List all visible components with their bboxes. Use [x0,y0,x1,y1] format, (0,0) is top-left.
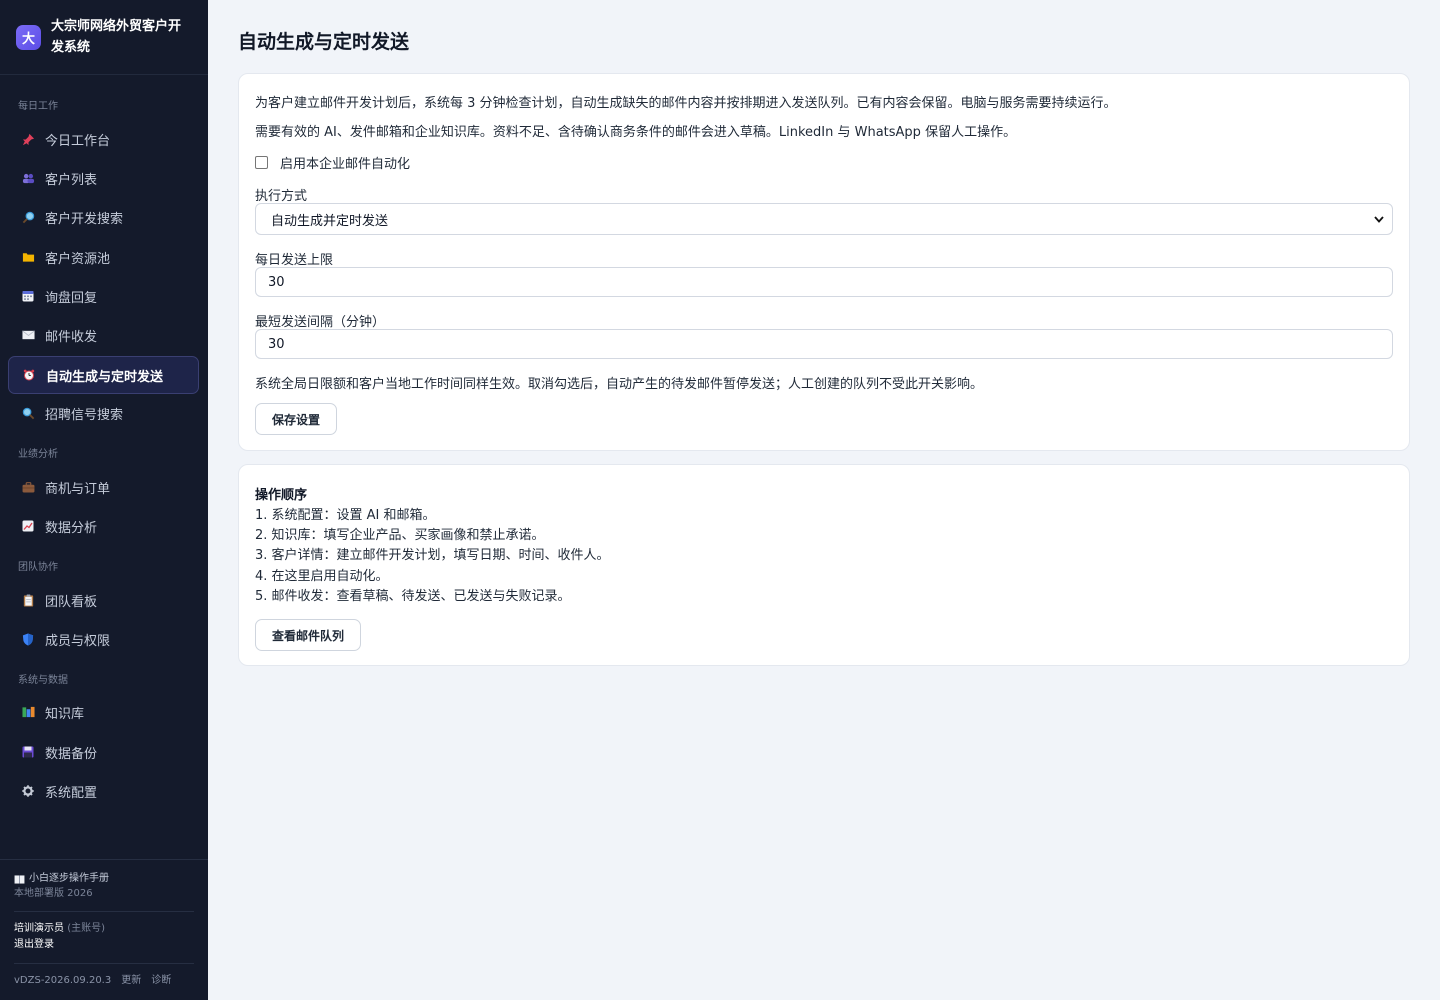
sidebar-item-label: 系统配置 [45,785,98,801]
chevron-down-icon [1374,215,1384,223]
sidebar-item-auto-send[interactable]: 自动生成与定时发送 [8,356,199,394]
floppy-icon [21,745,35,759]
nav-section-system: 系统与数据 [18,675,68,686]
steps-list: 1. 系统配置：设置 AI 和邮箱。 2. 知识库：填写企业产品、买家画像和禁止… [255,506,610,607]
mode-select[interactable]: 自动生成并定时发送 [255,203,1393,235]
enable-automation-checkbox[interactable] [255,156,268,169]
update-link[interactable]: 更新 [121,974,141,988]
sidebar-item-analytics[interactable]: 数据分析 [8,507,199,545]
sidebar-item-label: 客户列表 [45,172,98,188]
sidebar-item-knowledge[interactable]: 知识库 [8,693,199,731]
sidebar-footer: 小白逐步操作手册 本地部署版 2026 培训演示员 (主账号) 退出登录 vDZ… [0,859,208,1000]
logout-link[interactable]: 退出登录 [14,937,194,953]
mode-select-value: 自动生成并定时发送 [271,213,389,229]
sidebar-item-label: 团队看板 [45,594,98,610]
sidebar-item-opportunities[interactable]: 商机与订单 [8,468,199,506]
manual-label: 小白逐步操作手册 [29,873,109,884]
sidebar-item-dashboard[interactable]: 今日工作台 [8,120,199,158]
briefcase-icon [21,480,35,494]
books-icon [21,705,35,719]
calendar-icon [21,289,35,303]
enable-automation-label: 启用本企业邮件自动化 [280,157,411,172]
list-item: 3. 客户详情：建立邮件开发计划，填写日期、时间、收件人。 [255,548,610,564]
list-item: 2. 知识库：填写企业产品、买家画像和禁止承诺。 [255,528,545,544]
sidebar-item-label: 询盘回复 [45,290,98,306]
sidebar-item-label: 数据分析 [45,520,98,536]
app-title: 大宗师网络外贸客户开发系统 [51,19,182,55]
sidebar-item-settings[interactable]: 系统配置 [8,772,199,810]
magnifier-icon [21,210,35,224]
daily-limit-label: 每日发送上限 [255,253,334,268]
brand-logo: 大 [16,24,41,50]
brand: 大 大宗师网络外贸客户开发系统 [0,0,208,75]
sidebar-item-mail[interactable]: 邮件收发 [8,316,199,354]
search-icon [21,406,35,420]
enable-automation-row[interactable]: 启用本企业邮件自动化 [255,153,410,172]
sidebar-item-team-board[interactable]: 团队看板 [8,581,199,619]
list-item: 1. 系统配置：设置 AI 和邮箱。 [255,508,436,523]
envelope-icon [21,328,35,342]
sidebar-item-customers[interactable]: 客户列表 [8,159,199,197]
sidebar-item-label: 知识库 [45,706,85,722]
version-label: vDZS-2026.09.20.3 [14,975,112,986]
sidebar-item-label: 自动生成与定时发送 [46,369,164,385]
intro-text-1: 为客户建立邮件开发计划后，系统每 3 分钟检查计划，自动生成缺失的邮件内容并按排… [255,96,1117,111]
list-item: 5. 邮件收发：查看草稿、待发送、已发送与失败记录。 [255,588,571,604]
view-queue-button[interactable]: 查看邮件队列 [255,619,362,651]
automation-settings-card: 为客户建立邮件开发计划后，系统每 3 分钟检查计划，自动生成缺失的邮件内容并按排… [238,73,1410,451]
user-role: (主账号) [67,923,105,934]
settings-note: 系统全局日限额和客户当地工作时间同样生效。取消勾选后，自动产生的待发邮件暂停发送… [255,377,984,392]
folder-icon [21,250,35,264]
shield-icon [21,632,35,646]
gear-icon [21,784,35,798]
interval-input[interactable]: 30 [255,329,1393,359]
sidebar-item-label: 今日工作台 [45,133,111,149]
sidebar-item-label: 招聘信号搜索 [45,407,124,423]
chart-icon [21,519,35,533]
steps-title: 操作顺序 [255,488,308,503]
main-content: 自动生成与定时发送 为客户建立邮件开发计划后，系统每 3 分钟检查计划，自动生成… [208,0,1440,1000]
nav-section-performance: 业绩分析 [18,449,58,460]
save-settings-button[interactable]: 保存设置 [255,403,338,435]
user-name: 培训演示员 [14,923,64,934]
sidebar-item-backup[interactable]: 数据备份 [8,733,199,771]
interval-value: 30 [268,336,285,352]
sidebar-item-label: 商机与订单 [45,481,111,497]
daily-limit-input[interactable]: 30 [255,267,1393,297]
steps-card: 操作顺序 1. 系统配置：设置 AI 和邮箱。 2. 知识库：填写企业产品、买家… [238,464,1410,666]
daily-limit-value: 30 [268,274,285,290]
alarm-clock-icon [22,368,36,382]
pin-icon [21,132,35,146]
sidebar-item-inquiry-reply[interactable]: 询盘回复 [8,277,199,315]
sidebar-item-members[interactable]: 成员与权限 [8,620,199,658]
sidebar-item-prospecting[interactable]: 客户开发搜索 [8,198,199,236]
book-icon [14,874,25,884]
sidebar: 大 大宗师网络外贸客户开发系统 每日工作 今日工作台 客户列表 客户开发搜索 客… [0,0,208,1000]
edition-label: 本地部署版 2026 [14,888,93,899]
sidebar-item-label: 客户开发搜索 [45,211,124,227]
nav-section-daily: 每日工作 [18,101,58,112]
sidebar-item-label: 邮件收发 [45,329,98,345]
users-icon [21,171,35,185]
sidebar-item-hiring-signal[interactable]: 招聘信号搜索 [8,394,199,432]
interval-label: 最短发送间隔（分钟） [255,315,386,330]
nav-section-team: 团队协作 [18,562,58,573]
diagnose-link[interactable]: 诊断 [151,974,171,988]
mode-label: 执行方式 [255,189,308,204]
manual-link[interactable]: 小白逐步操作手册 [14,872,194,886]
sidebar-item-label: 成员与权限 [45,633,111,649]
sidebar-item-resource-pool[interactable]: 客户资源池 [8,238,199,276]
sidebar-item-label: 数据备份 [45,746,98,762]
intro-text-2: 需要有效的 AI、发件邮箱和企业知识库。资料不足、含待确认商务条件的邮件会进入草… [255,125,1017,140]
sidebar-item-label: 客户资源池 [45,251,111,267]
list-item: 4. 在这里启用自动化。 [255,568,389,584]
page-title: 自动生成与定时发送 [238,31,410,53]
clipboard-icon [21,593,35,607]
